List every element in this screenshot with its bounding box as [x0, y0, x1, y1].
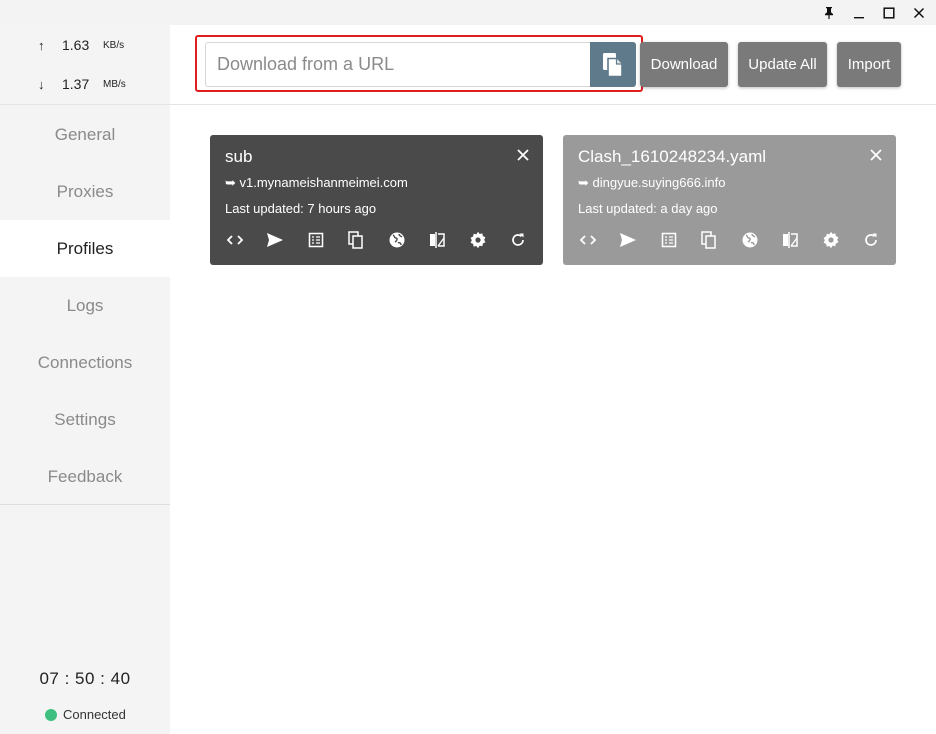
sidebar: ↑ 1.63 KB/s ↓ 1.37 MB/s General Proxies … — [0, 25, 170, 734]
list-icon[interactable] — [659, 230, 679, 250]
update-all-button[interactable]: Update All — [738, 42, 827, 87]
download-unit: MB/s — [103, 78, 126, 90]
sidebar-item-feedback[interactable]: Feedback — [0, 448, 170, 505]
minimize-icon[interactable] — [844, 0, 874, 25]
profile-card[interactable]: Clash_1610248234.yaml ➥ dingyue.suying66… — [563, 135, 896, 265]
uptime-clock: 07 : 50 : 40 — [39, 669, 131, 688]
sidebar-item-proxies[interactable]: Proxies — [0, 163, 170, 220]
paste-button[interactable] — [590, 42, 636, 87]
download-arrow-icon: ↓ — [38, 76, 45, 92]
code-icon[interactable] — [578, 230, 598, 250]
sidebar-nav: General Proxies Profiles Logs Connection… — [0, 106, 170, 505]
sidebar-divider — [0, 504, 170, 505]
profile-url: ➥ dingyue.suying666.info — [578, 175, 726, 190]
status-label: Connected — [63, 707, 126, 722]
sidebar-item-connections[interactable]: Connections — [0, 334, 170, 391]
sidebar-item-general[interactable]: General — [0, 106, 170, 163]
copy-icon[interactable] — [699, 230, 719, 250]
profiles-header: Download Update All Import — [170, 25, 936, 105]
send-icon[interactable] — [265, 230, 285, 250]
profile-url: ➥ v1.mynameishanmeimei.com — [225, 175, 408, 190]
sidebar-item-profiles[interactable]: Profiles — [0, 220, 170, 277]
profile-updated: Last updated: a day ago — [578, 201, 718, 216]
connection-status[interactable]: Connected — [45, 707, 126, 722]
upload-arrow-icon: ↑ — [38, 37, 45, 53]
gear-icon[interactable] — [821, 230, 841, 250]
copy-icon — [603, 52, 623, 77]
title-bar — [0, 0, 936, 25]
clash-window: ↑ 1.63 KB/s ↓ 1.37 MB/s General Proxies … — [0, 0, 936, 734]
refresh-icon[interactable] — [861, 230, 881, 250]
profiles-page: Download Update All Import sub ➥ v1.myna… — [170, 25, 936, 734]
sidebar-item-logs[interactable]: Logs — [0, 277, 170, 334]
close-icon[interactable] — [515, 147, 531, 163]
download-button[interactable]: Download — [640, 42, 728, 87]
maximize-icon[interactable] — [874, 0, 904, 25]
pin-icon[interactable] — [814, 0, 844, 25]
profile-actions — [578, 230, 892, 250]
close-icon[interactable] — [904, 0, 934, 25]
upload-speed: ↑ 1.63 KB/s — [38, 35, 124, 55]
send-icon[interactable] — [618, 230, 638, 250]
profile-actions — [225, 230, 539, 250]
compare-icon[interactable] — [427, 230, 447, 250]
profile-title: Clash_1610248234.yaml — [578, 147, 767, 166]
copy-icon[interactable] — [346, 230, 366, 250]
download-speed: ↓ 1.37 MB/s — [38, 74, 126, 94]
profile-card[interactable]: sub ➥ v1.mynameishanmeimei.com Last upda… — [210, 135, 543, 265]
upload-value: 1.63 — [62, 37, 90, 53]
profile-title: sub — [225, 147, 253, 166]
url-input[interactable] — [205, 42, 591, 87]
globe-icon[interactable] — [387, 230, 407, 250]
refresh-icon[interactable] — [508, 230, 528, 250]
globe-icon[interactable] — [740, 230, 760, 250]
compare-icon[interactable] — [780, 230, 800, 250]
import-button[interactable]: Import — [837, 42, 901, 87]
code-icon[interactable] — [225, 230, 245, 250]
traffic-panel: ↑ 1.63 KB/s ↓ 1.37 MB/s — [0, 25, 170, 105]
upload-unit: KB/s — [103, 39, 125, 51]
download-value: 1.37 — [62, 76, 90, 92]
close-icon[interactable] — [868, 147, 884, 163]
profile-updated: Last updated: 7 hours ago — [225, 201, 377, 216]
list-icon[interactable] — [306, 230, 326, 250]
status-dot-icon — [45, 708, 57, 721]
gear-icon[interactable] — [468, 230, 488, 250]
sidebar-item-settings[interactable]: Settings — [0, 391, 170, 448]
